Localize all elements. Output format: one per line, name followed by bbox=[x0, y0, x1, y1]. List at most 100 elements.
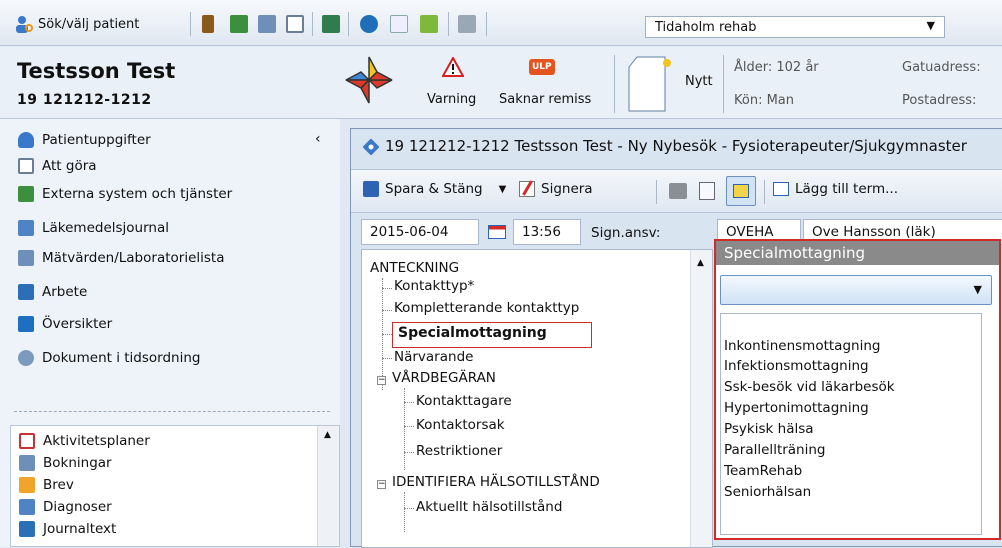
main-toolbar: Sök/välj patient Tidaholm rehab ▼ bbox=[0, 0, 1002, 46]
dropdown-option[interactable]: Hypertonimottagning bbox=[724, 400, 869, 416]
dropdown-option[interactable]: Seniorhälsan bbox=[724, 484, 811, 500]
dropdown-option[interactable]: Ssk-besök vid läkarbesök bbox=[724, 379, 895, 395]
scroll-up-icon[interactable]: ▲ bbox=[697, 258, 704, 268]
list-item[interactable]: Journaltext bbox=[19, 518, 116, 540]
new-button-label[interactable]: Nytt bbox=[685, 74, 713, 89]
note-tree: ANTECKNING Kontakttyp* Kompletterande ko… bbox=[361, 249, 713, 548]
sign-button[interactable]: Signera bbox=[519, 180, 593, 197]
print-icon[interactable] bbox=[669, 183, 687, 199]
date-field[interactable]: 2015-06-04 bbox=[361, 219, 479, 245]
collapse-chevron-icon[interactable]: ‹ bbox=[315, 131, 321, 147]
chart-icon[interactable] bbox=[322, 12, 340, 36]
tree-scrollbar[interactable]: ▲ bbox=[690, 250, 712, 547]
dropdown-option[interactable]: Infektionsmottagning bbox=[724, 358, 869, 374]
collapse-icon[interactable]: − bbox=[377, 480, 386, 489]
sidebar-item-work[interactable]: Arbete bbox=[18, 281, 87, 303]
sidebar-item-todo[interactable]: Att göra bbox=[18, 155, 97, 177]
layout-toggle-button[interactable] bbox=[726, 176, 756, 206]
journal-icon bbox=[19, 521, 35, 537]
header-separator bbox=[614, 55, 615, 113]
toolbar-separator bbox=[764, 180, 765, 204]
document-time-icon bbox=[18, 350, 34, 366]
chevron-down-icon[interactable]: ▼ bbox=[499, 184, 507, 195]
sidebar-scrollbar[interactable]: ▲ bbox=[317, 426, 339, 546]
person-icon bbox=[18, 132, 34, 148]
ulp-badge[interactable]: ULP bbox=[529, 59, 555, 75]
calendar-icon[interactable] bbox=[258, 12, 276, 36]
list-item[interactable]: Aktivitetsplaner bbox=[19, 430, 150, 452]
globe-icon[interactable] bbox=[360, 12, 378, 36]
unit-select[interactable]: Tidaholm rehab ▼ bbox=[645, 16, 945, 38]
sidebar-item-label: Externa system och tjänster bbox=[42, 186, 233, 202]
sidebar-item-medication-journal[interactable]: Läkemedelsjournal bbox=[18, 217, 169, 239]
patient-id: 19 121212-1212 bbox=[17, 92, 152, 108]
list-item-label: Aktivitetsplaner bbox=[43, 433, 150, 449]
tree-node-root[interactable]: ANTECKNING bbox=[370, 260, 459, 276]
list-item-label: Journaltext bbox=[43, 521, 117, 537]
search-patient-button[interactable]: Sök/välj patient bbox=[14, 12, 139, 36]
tree-node[interactable]: Kontakttyp* bbox=[394, 278, 474, 294]
tree-node[interactable]: Restriktioner bbox=[416, 443, 502, 459]
dropdown-option[interactable]: TeamRehab bbox=[724, 463, 802, 479]
sidebar-item-documents[interactable]: Dokument i tidsordning bbox=[18, 347, 200, 369]
toolbar-separator bbox=[448, 12, 449, 36]
people-icon[interactable] bbox=[230, 12, 248, 36]
activity-plan-icon bbox=[19, 433, 35, 449]
tree-node[interactable]: Kompletterande kontakttyp bbox=[394, 300, 579, 316]
computer-icon[interactable] bbox=[458, 12, 476, 36]
toolbar-separator bbox=[348, 12, 349, 36]
warning-triangle-icon[interactable] bbox=[442, 57, 464, 77]
toolbar-separator bbox=[190, 12, 191, 36]
tree-node[interactable]: Kontaktorsak bbox=[416, 417, 505, 433]
list-item[interactable]: Brev bbox=[19, 474, 74, 496]
toolbar-separator bbox=[656, 180, 657, 204]
alert-symbol-icon[interactable] bbox=[343, 54, 395, 106]
sidebar-item-measurements[interactable]: Mätvärden/Laboratorielista bbox=[18, 247, 224, 269]
sign-responsible-label: Sign.ansv: bbox=[591, 225, 661, 241]
tree-node-group[interactable]: IDENTIFIERA HÄLSOTILLSTÅND bbox=[392, 474, 600, 490]
sidebar-sublist: Aktivitetsplaner Bokningar Brev Diagnose… bbox=[10, 425, 340, 547]
sidebar-item-external-systems[interactable]: Externa system och tjänster bbox=[18, 183, 232, 205]
pill-icon bbox=[18, 220, 34, 236]
specialmottagning-select[interactable]: ▼ bbox=[720, 275, 992, 305]
tree-node[interactable]: Närvarande bbox=[394, 349, 473, 365]
grid-icon bbox=[18, 316, 34, 332]
save-close-button[interactable]: Spara & Stäng ▼ bbox=[363, 181, 506, 197]
specialmottagning-options: Inkontinensmottagning Infektionsmottagni… bbox=[720, 313, 982, 535]
preview-icon[interactable] bbox=[699, 182, 715, 200]
new-document-icon[interactable] bbox=[627, 55, 673, 113]
sidebar-item-label: Översikter bbox=[42, 316, 113, 332]
tree-node-selected[interactable]: Specialmottagning bbox=[398, 325, 547, 341]
dialog-app-icon bbox=[363, 139, 379, 155]
checklist-icon[interactable] bbox=[286, 12, 304, 36]
dropdown-option[interactable]: Psykisk hälsa bbox=[724, 421, 814, 437]
sidebar-item-label: Arbete bbox=[42, 284, 88, 300]
chevron-down-icon: ▼ bbox=[926, 19, 935, 32]
tree-node[interactable]: Kontakttagare bbox=[416, 393, 512, 409]
sidebar-item-label: Läkemedelsjournal bbox=[42, 220, 170, 236]
scroll-up-icon[interactable]: ▲ bbox=[324, 430, 331, 440]
sidebar-item-patient-info[interactable]: Patientuppgifter bbox=[18, 129, 151, 151]
sidebar-item-overviews[interactable]: Översikter bbox=[18, 313, 112, 335]
sign-pen-icon bbox=[519, 180, 535, 197]
prescription-icon[interactable] bbox=[420, 12, 438, 36]
sidebar-item-label: Patientuppgifter bbox=[42, 132, 151, 148]
journal-dialog: 19 121212-1212 Testsson Test - Ny Nybesö… bbox=[350, 128, 1002, 548]
time-field[interactable]: 13:56 bbox=[513, 219, 581, 245]
collapse-icon[interactable]: − bbox=[377, 376, 386, 385]
book-icon[interactable] bbox=[202, 12, 214, 36]
list-item[interactable]: Bokningar bbox=[19, 452, 112, 474]
unit-select-value: Tidaholm rehab bbox=[655, 20, 757, 35]
dropdown-option[interactable]: Parallellträning bbox=[724, 442, 826, 458]
window-add-icon[interactable] bbox=[390, 12, 408, 36]
dropdown-option[interactable]: Inkontinensmottagning bbox=[724, 338, 880, 354]
list-item[interactable]: Diagnoser bbox=[19, 496, 112, 518]
add-term-button[interactable]: Lägg till term... bbox=[773, 181, 898, 197]
calendar-icon[interactable] bbox=[488, 225, 506, 239]
tree-node[interactable]: Aktuellt hälsotillstånd bbox=[416, 499, 562, 515]
calendar-icon bbox=[19, 455, 35, 471]
toolbar-separator bbox=[312, 12, 313, 36]
list-item-label: Brev bbox=[43, 477, 74, 493]
tree-node-group[interactable]: VÅRDBEGÄRAN bbox=[392, 370, 496, 386]
street-address-label: Gatuadress: bbox=[902, 60, 981, 75]
